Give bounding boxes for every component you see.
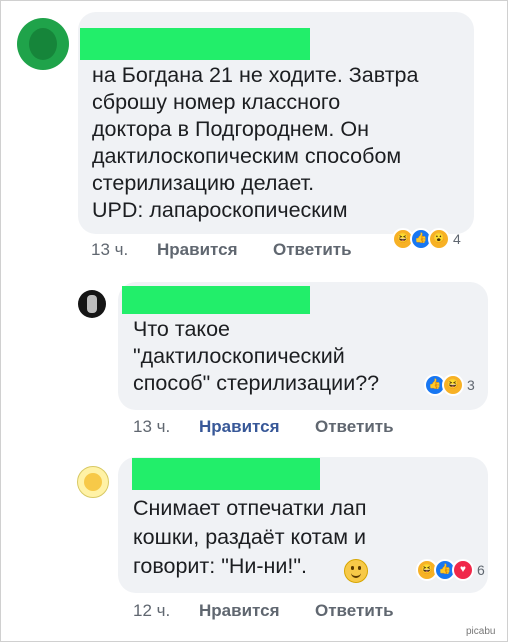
avatar[interactable] [78,290,106,318]
hidden-author-name [132,458,320,490]
comment-time[interactable]: 13 ч. [133,417,170,437]
hidden-author-name [80,28,310,60]
comment-text: на Богдана 21 не ходите. Завтра сброшу н… [92,63,419,222]
reactions-summary[interactable]: 😆 👍 ♥ 6 [416,559,485,581]
wow-reaction-icon: 😮 [428,228,450,250]
haha-reaction-icon: 😆 [442,374,464,396]
reaction-count: 4 [453,231,461,247]
comment-time[interactable]: 12 ч. [133,601,170,621]
avatar[interactable] [17,18,69,70]
avatar-image [87,295,97,313]
reply-button[interactable]: Ответить [315,417,394,437]
like-button[interactable]: Нравится [199,601,280,621]
like-button[interactable]: Нравится [157,240,238,260]
reaction-count: 6 [477,562,485,578]
comment-time[interactable]: 13 ч. [91,240,128,260]
reply-button[interactable]: Ответить [273,240,352,260]
reactions-summary[interactable]: 👍 😆 3 [424,374,475,396]
smile-emoji-icon [344,559,368,583]
reaction-count: 3 [467,377,475,393]
watermark: picabu [466,626,496,637]
reactions-summary[interactable]: 😆 👍 😮 4 [392,228,461,250]
love-reaction-icon: ♥ [452,559,474,581]
avatar-image [84,473,102,491]
comment-text: Снимает отпечатки лап кошки, раздаёт кот… [133,496,367,578]
hidden-author-name [122,286,310,314]
avatar[interactable] [77,466,109,498]
comment-text: Что такое "дактилоскопический способ" ст… [133,317,380,395]
like-button-active[interactable]: Нравится [199,417,280,437]
reply-button[interactable]: Ответить [315,601,394,621]
avatar-image [29,28,57,60]
